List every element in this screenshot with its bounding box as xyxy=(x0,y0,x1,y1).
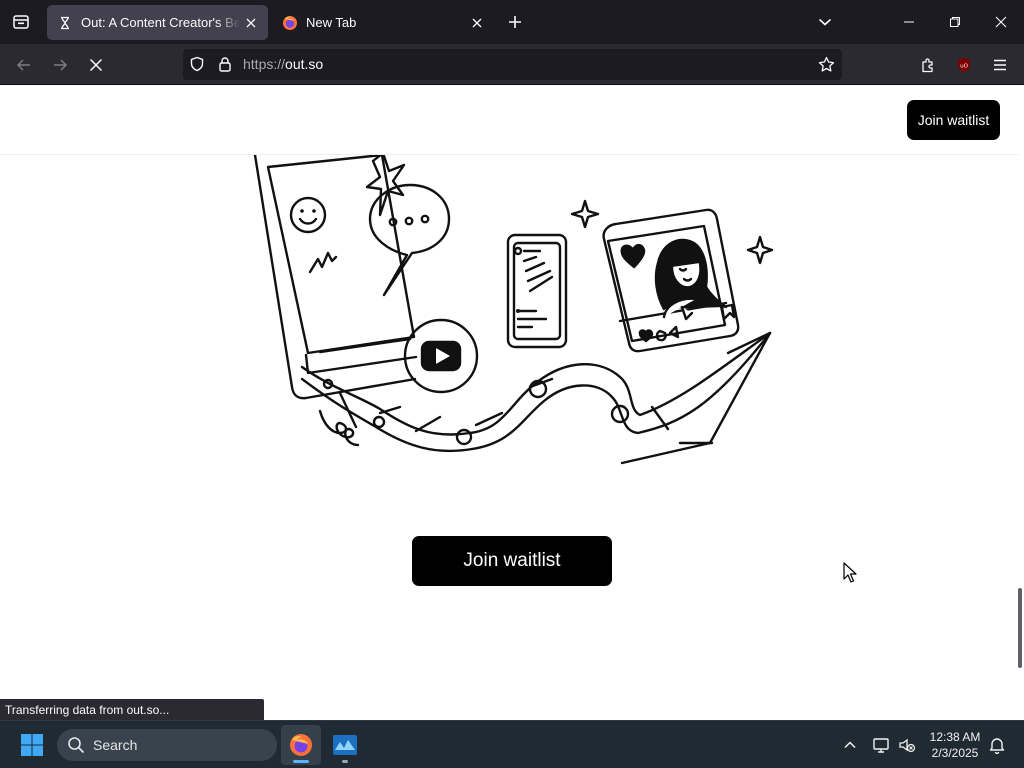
new-tab-button[interactable] xyxy=(503,10,527,34)
bookmark-star-icon[interactable] xyxy=(817,55,835,73)
volume-button[interactable] xyxy=(895,733,919,757)
minimize-button[interactable] xyxy=(886,0,932,44)
plus-icon xyxy=(509,16,521,28)
tab-title: New Tab xyxy=(306,15,357,30)
clock-time: 12:38 AM xyxy=(929,730,981,744)
tracking-protection-shield-icon[interactable] xyxy=(188,55,206,73)
close-tab-icon[interactable] xyxy=(466,12,488,34)
taskbar-search[interactable]: Search xyxy=(57,729,277,761)
tab-new-tab[interactable]: New Tab xyxy=(272,5,494,40)
back-button[interactable] xyxy=(10,51,38,79)
close-icon xyxy=(995,16,1007,28)
extensions-button[interactable] xyxy=(914,51,942,79)
search-icon xyxy=(68,737,85,754)
url-bar[interactable]: https://out.so xyxy=(183,49,842,80)
tab-title: Out: A Content Creator's Best Fr xyxy=(81,15,240,30)
taskbar-firefox[interactable] xyxy=(281,725,321,765)
close-window-button[interactable] xyxy=(978,0,1024,44)
windows-taskbar: Search 12:38 AM 2/3/2025 xyxy=(0,720,1024,768)
hourglass-icon xyxy=(57,15,73,31)
taskbar-app[interactable] xyxy=(325,725,365,765)
windows-logo-icon xyxy=(21,734,43,756)
search-label: Search xyxy=(93,737,138,753)
tab-out-so[interactable]: Out: A Content Creator's Best Fr xyxy=(47,5,268,40)
clock-date: 2/3/2025 xyxy=(931,746,979,760)
start-button[interactable] xyxy=(14,730,50,760)
tab-strip: Out: A Content Creator's Best Fr New Tab xyxy=(0,0,1024,44)
stop-loading-button[interactable] xyxy=(82,51,110,79)
lock-icon[interactable] xyxy=(216,55,234,73)
network-icon xyxy=(873,738,889,753)
close-tab-icon[interactable] xyxy=(240,12,262,34)
site-header: Join waitlist xyxy=(0,85,1018,155)
ublock-origin-icon: uO xyxy=(958,58,970,72)
ublock-origin-button[interactable]: uO xyxy=(950,51,978,79)
restore-button[interactable] xyxy=(932,0,978,44)
join-waitlist-button[interactable]: Join waitlist xyxy=(412,536,612,586)
active-app-indicator xyxy=(293,760,309,763)
page-scrollbar[interactable] xyxy=(1018,588,1022,668)
creator-illustration xyxy=(253,147,774,465)
arrow-left-icon xyxy=(16,59,30,71)
show-hidden-icons-button[interactable] xyxy=(838,733,862,757)
puzzle-icon xyxy=(921,57,933,72)
firefox-icon xyxy=(290,734,312,756)
header-join-waitlist-button[interactable]: Join waitlist xyxy=(907,100,1000,140)
svg-text:uO: uO xyxy=(960,64,968,70)
app-window-icon xyxy=(333,735,357,755)
hamburger-menu-icon xyxy=(994,59,1006,71)
mouse-cursor-icon xyxy=(843,562,857,583)
system-clock[interactable]: 12:38 AM 2/3/2025 xyxy=(922,729,988,761)
arrow-right-icon xyxy=(54,59,68,71)
url-text[interactable]: https://out.so xyxy=(243,56,323,72)
volume-muted-icon xyxy=(899,738,916,753)
notifications-button[interactable] xyxy=(985,733,1009,757)
running-app-indicator xyxy=(342,760,348,763)
network-button[interactable] xyxy=(869,733,893,757)
page-viewport: Join waitlist Join waitlist xyxy=(0,85,1024,720)
restore-icon xyxy=(950,17,960,27)
firefox-view-icon xyxy=(13,15,29,29)
bell-icon xyxy=(989,738,1005,754)
navigation-toolbar: https://out.so uO xyxy=(0,44,1024,85)
firefox-view-button[interactable] xyxy=(8,8,34,36)
chevron-down-icon xyxy=(818,18,832,26)
stop-icon xyxy=(89,58,103,72)
minimize-icon xyxy=(904,21,914,23)
chevron-up-icon xyxy=(844,741,856,749)
app-menu-button[interactable] xyxy=(986,51,1014,79)
firefox-icon xyxy=(282,15,298,31)
list-all-tabs-button[interactable] xyxy=(813,10,837,34)
forward-button[interactable] xyxy=(46,51,74,79)
status-bar-text: Transferring data from out.so... xyxy=(0,699,264,720)
